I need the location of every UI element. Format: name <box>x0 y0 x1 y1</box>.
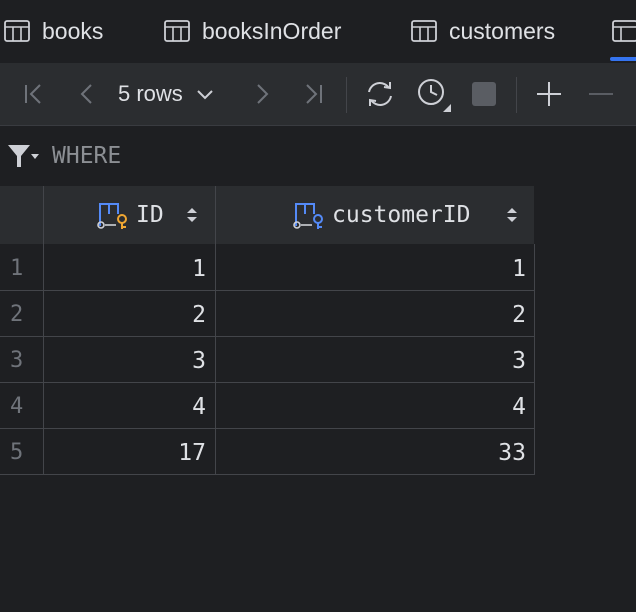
next-page-button[interactable] <box>248 63 276 125</box>
cell-id[interactable]: 1 <box>44 256 206 282</box>
tab-booksinorder[interactable]: booksInOrder <box>164 0 341 62</box>
previous-page-button[interactable] <box>72 63 100 125</box>
cell-id[interactable]: 17 <box>44 440 206 466</box>
toolbar-separator <box>346 77 347 113</box>
history-button[interactable] <box>414 63 452 125</box>
editor-tab-bar: books booksInOrder customers <box>0 0 636 62</box>
cell-id[interactable]: 4 <box>44 394 206 420</box>
chevron-left-icon <box>80 84 92 104</box>
minus-icon <box>589 93 613 95</box>
sort-icon <box>187 208 197 222</box>
toolbar-separator <box>516 77 517 113</box>
grid-line <box>0 474 535 475</box>
cell-customerid[interactable]: 2 <box>216 302 526 328</box>
table-icon <box>411 20 437 42</box>
grid-line <box>534 244 535 475</box>
stop-icon <box>472 82 496 106</box>
grid-line <box>0 336 535 337</box>
grid-line <box>215 186 216 475</box>
tab-books[interactable]: books <box>4 0 103 62</box>
filter-bar: WHERE <box>0 126 636 186</box>
row-number: 3 <box>10 348 24 373</box>
tab-label: books <box>42 17 104 44</box>
cell-id[interactable]: 3 <box>44 348 206 374</box>
grid-line <box>0 382 535 383</box>
chevron-down-icon <box>197 90 213 100</box>
column-name-customerid: customerID <box>332 202 471 228</box>
filter-icon <box>8 145 39 167</box>
sort-icon <box>507 208 517 222</box>
cell-customerid[interactable]: 4 <box>216 394 526 420</box>
refresh-button[interactable] <box>362 63 398 125</box>
sort-toggle-id[interactable] <box>186 207 198 228</box>
key-column-icon <box>97 203 127 229</box>
key-column-icon <box>293 203 323 229</box>
table-icon <box>612 20 636 42</box>
delete-row-button[interactable] <box>586 63 616 125</box>
row-number: 4 <box>10 394 24 419</box>
tab-label: customers <box>449 17 556 44</box>
cell-id[interactable]: 2 <box>44 302 206 328</box>
tab-customers[interactable]: customers <box>411 0 555 62</box>
active-tab-indicator <box>610 57 636 61</box>
page-size-select[interactable]: 5 rows <box>118 63 215 125</box>
row-number: 2 <box>10 302 24 327</box>
grid-line <box>43 186 44 475</box>
tab-label: booksInOrder <box>202 17 342 44</box>
tab-active-partial[interactable] <box>612 0 636 62</box>
row-number: 1 <box>10 256 24 281</box>
result-toolbar: 5 rows <box>0 63 636 125</box>
cell-customerid[interactable]: 1 <box>216 256 526 282</box>
row-number: 5 <box>10 440 24 465</box>
filter-dropdown-button[interactable] <box>6 142 40 175</box>
sort-toggle-customerid[interactable] <box>506 207 518 228</box>
where-filter-input[interactable]: WHERE <box>52 126 121 186</box>
table-icon <box>164 20 190 42</box>
cell-customerid[interactable]: 33 <box>216 440 526 466</box>
column-header-customerid-content: customerID <box>292 186 470 244</box>
chevron-right-icon <box>257 84 269 104</box>
stop-button[interactable] <box>470 63 498 125</box>
first-page-icon <box>25 84 41 104</box>
clock-icon <box>418 79 451 112</box>
column-name-id: ID <box>136 202 164 228</box>
first-page-button[interactable] <box>20 63 48 125</box>
row-number-header <box>0 186 44 244</box>
last-page-icon <box>306 84 322 104</box>
grid-line <box>0 290 535 291</box>
column-header-id-content: ID <box>96 186 164 244</box>
rows-count-label: 5 rows <box>118 81 183 106</box>
cell-customerid[interactable]: 3 <box>216 348 526 374</box>
grid-line <box>0 428 535 429</box>
last-page-button[interactable] <box>298 63 328 125</box>
plus-icon <box>537 82 561 106</box>
add-row-button[interactable] <box>534 63 564 125</box>
refresh-icon <box>368 82 392 106</box>
table-icon <box>4 20 30 42</box>
